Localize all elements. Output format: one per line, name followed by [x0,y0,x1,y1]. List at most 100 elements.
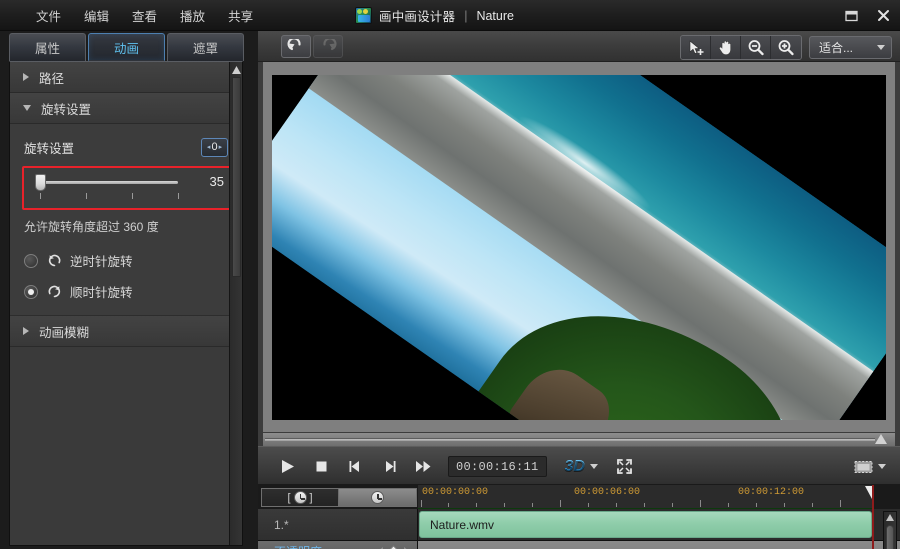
filmstrip-icon [854,460,873,474]
rotation-slider-track[interactable] [39,181,178,184]
mode-3d-label: 3D [565,458,585,476]
sidebar-scroll-thumb[interactable] [232,77,241,277]
clip-name: Nature.wmv [430,518,494,532]
next-frame-button[interactable] [378,456,400,478]
rotation-label: 旋转设置 [24,138,74,157]
previous-frame-button[interactable] [344,456,366,478]
menu-view[interactable]: 查看 [130,3,159,28]
section-path-label: 路径 [39,68,64,87]
track-opacity-lane[interactable] [418,541,900,549]
rotate-clockwise-icon [46,284,62,300]
sidebar-scrollbar[interactable] [229,62,242,545]
radio-counterclockwise[interactable]: 逆时针旋转 [24,251,242,270]
pan-tool[interactable] [711,36,741,59]
reset-value: 0 [211,141,217,153]
track-object-label-cell[interactable]: 1.* [258,509,418,540]
view-tools: 适合... [680,35,892,60]
table-row: 不透明度 [258,541,900,549]
radio-clockwise[interactable]: 顺时针旋转 [24,282,242,301]
zoom-in-tool[interactable] [771,36,801,59]
bracket-right: ] [310,492,313,504]
title-separator: | [464,9,467,23]
track-object-lane[interactable]: Nature.wmv [418,509,900,540]
section-motion-blur[interactable]: 动画模糊 [10,316,242,347]
rotation-row: 旋转设置 ◂ 0 ▸ [10,134,242,160]
redo-button [313,35,343,58]
window-controls [842,0,892,31]
chevron-down-icon [590,464,598,469]
section-path[interactable]: 路径 [10,62,242,93]
left-properties-panel: 属性 动画 遮罩 路径 旋转设置 旋转设置 ◂ 0 [0,31,258,549]
mode-3d-selector[interactable]: 3D [565,458,598,476]
timeline-playhead-line [872,485,874,549]
timeline-tracks: 1.* Nature.wmv 不透明度 [258,509,900,549]
radio-counterclockwise-label: 逆时针旋转 [70,251,133,270]
snapshot-button[interactable] [854,447,886,486]
tab-mask[interactable]: 遮罩 [167,33,244,61]
chevron-down-icon [877,45,885,50]
preview-toolbar: 适合... [258,31,900,62]
preview-stage[interactable] [263,62,895,432]
rotation-hint: 允许旋转角度超过 360 度 [10,210,242,235]
scroll-up-icon[interactable] [886,514,894,521]
fullscreen-button[interactable] [614,456,636,478]
play-button[interactable] [276,456,298,478]
fast-forward-button[interactable] [412,456,434,478]
history-buttons [281,35,343,58]
clip-nature[interactable]: Nature.wmv [419,511,872,538]
preview-slider-marker[interactable] [875,434,887,444]
tab-properties[interactable]: 属性 [9,33,86,61]
scroll-up-icon[interactable] [231,64,242,75]
timeline-ruler[interactable]: 00:00:00:00 00:00:06:00 00:00:12:00 [418,485,873,509]
rotation-slider-area: 35 [22,166,230,210]
track-opacity-label-cell[interactable]: 不透明度 [258,541,418,549]
preview-slider-track [265,438,875,441]
menu-play[interactable]: 播放 [178,3,207,28]
tab-animation[interactable]: 动画 [88,33,165,61]
timeline-panel: [ ] 00:00:00:00 00:00:06:00 00:00:12:00 [258,485,900,549]
close-window-icon[interactable] [874,7,892,25]
section-rotation-label: 旋转设置 [41,99,91,118]
panel-tabs: 属性 动画 遮罩 [0,33,258,63]
rotation-reset-button[interactable]: ◂ 0 ▸ [201,138,228,157]
timeline-mode-buttons: [ ] [261,488,417,507]
rotation-slider-handle[interactable] [35,174,46,191]
clock-icon [294,491,307,504]
menu-edit[interactable]: 编辑 [82,3,111,28]
preview-position-slider[interactable] [263,433,895,446]
section-motion-blur-label: 动画模糊 [39,322,89,341]
menu-share[interactable]: 共享 [226,3,255,28]
project-name: Nature [476,9,514,23]
title-bar: 文件 编辑 查看 播放 共享 画中画设计器 | Nature [0,0,900,31]
timeline-mode-bracket[interactable]: [ ] [261,488,339,507]
zoom-out-tool[interactable] [741,36,771,59]
track-object-label: 1.* [274,518,289,532]
chevron-down-icon [878,464,886,469]
menu-file[interactable]: 文件 [34,3,63,28]
undo-button[interactable] [281,35,311,58]
radio-clockwise-label: 顺时针旋转 [70,282,133,301]
timeline-mode-plain[interactable] [339,488,417,507]
playback-bar: 00:00:16:11 3D [258,446,900,485]
rotated-video-frame [272,75,886,420]
stop-button[interactable] [310,456,332,478]
table-row: 1.* Nature.wmv [258,509,900,541]
chevron-down-icon [23,105,31,111]
radio-clockwise-indicator[interactable] [24,285,38,299]
radio-counterclockwise-indicator[interactable] [24,254,38,268]
section-rotation[interactable]: 旋转设置 [10,93,242,124]
rotation-settings-body: 旋转设置 ◂ 0 ▸ 35 允许旋转角度超过 360 [10,124,242,316]
timeline-scroll-thumb[interactable] [886,525,894,549]
zoom-level-select[interactable]: 适合... [809,36,892,59]
select-move-tool[interactable] [681,36,711,59]
restore-window-icon[interactable] [842,7,860,25]
keyframe-diamond-icon [387,545,400,549]
reset-left-arrow-icon: ◂ [207,144,211,151]
movie-camera-icon [355,7,372,24]
preview-canvas[interactable] [272,75,886,420]
tool-group [680,35,802,60]
timeline-playhead[interactable] [865,486,872,499]
panel-body: 路径 旋转设置 旋转设置 ◂ 0 ▸ [9,61,243,546]
timecode-display[interactable]: 00:00:16:11 [448,456,547,477]
timeline-scrollbar[interactable] [883,511,897,549]
